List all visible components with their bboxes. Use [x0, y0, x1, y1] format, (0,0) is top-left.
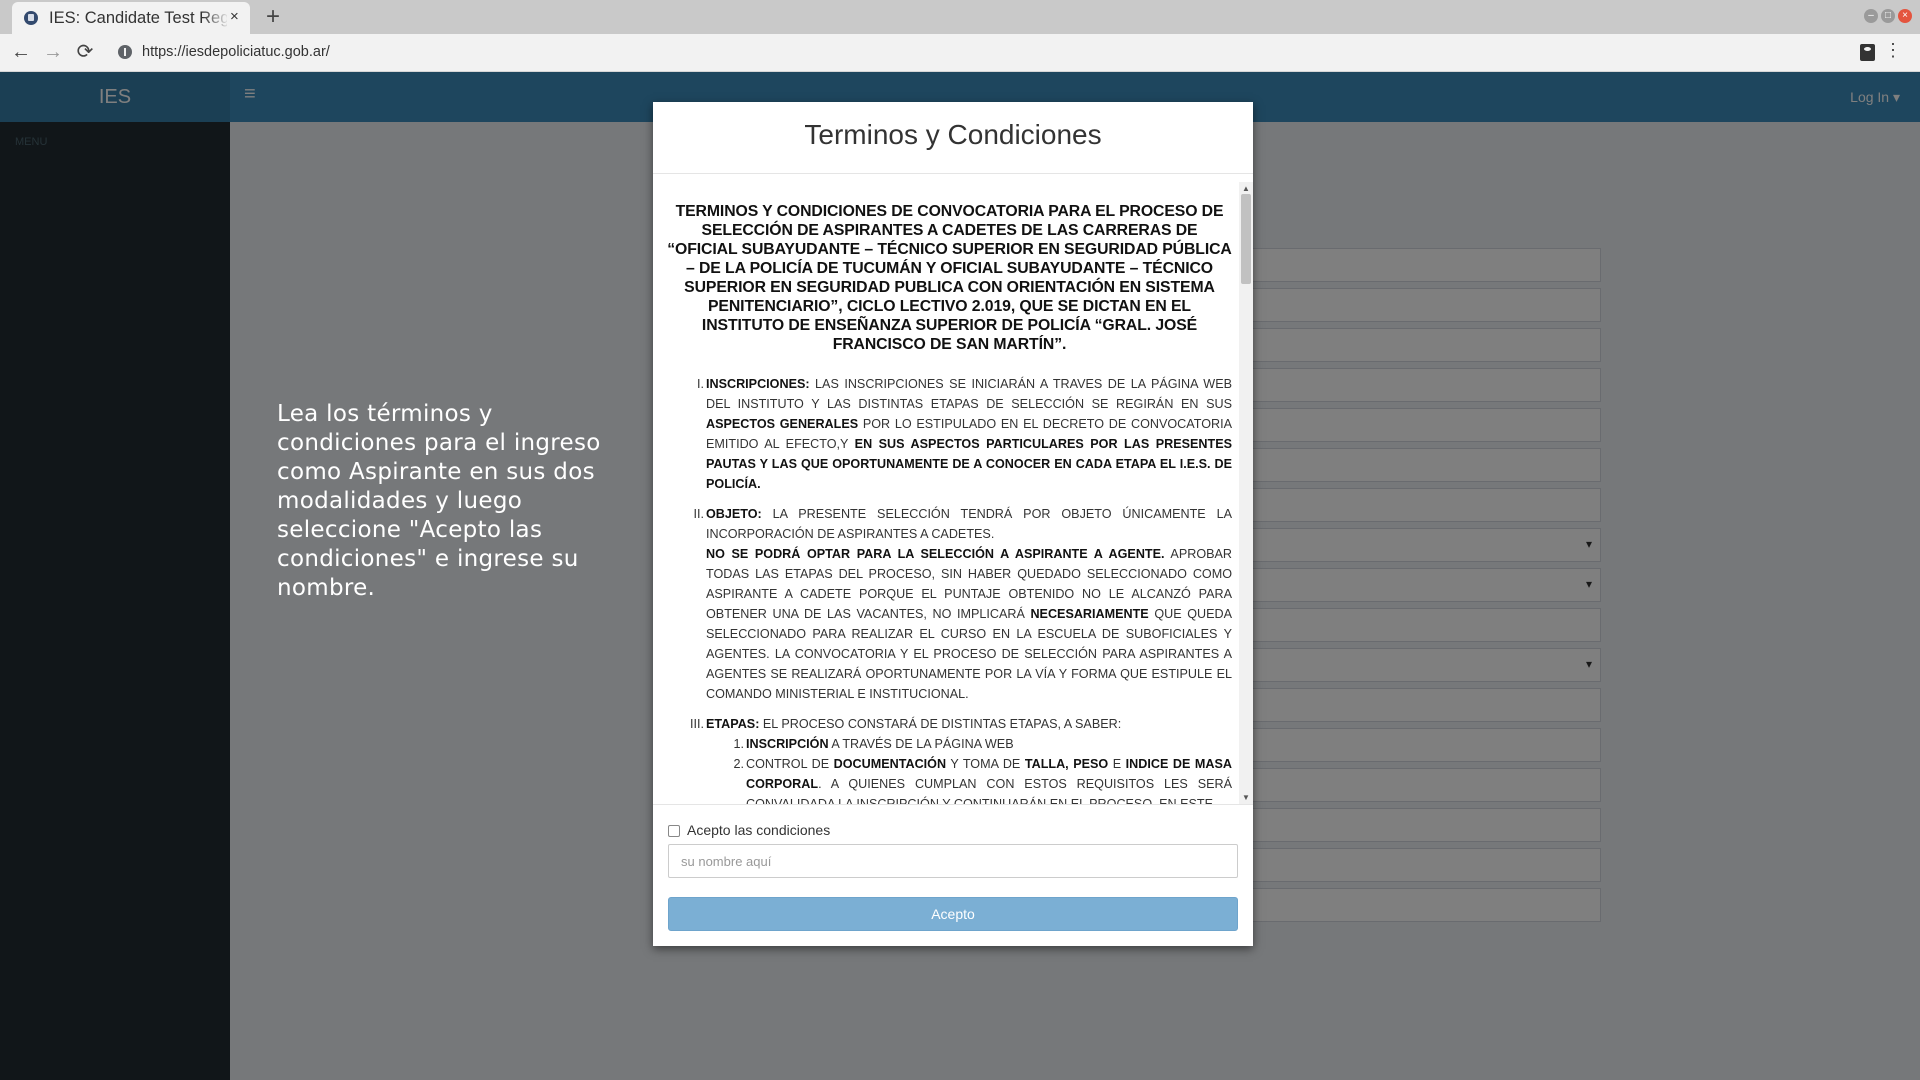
terms-modal: Terminos y Condiciones TERMINOS Y CONDIC…	[653, 102, 1253, 946]
section-number: II.	[693, 507, 705, 521]
terms-section-inscripciones: I. INSCRIPCIONES: LAS INSCRIPCIONES SE I…	[667, 374, 1232, 494]
section-text: LA PRESENTE SELECCIÓN TENDRÁ POR OBJETO …	[706, 507, 1232, 541]
terms-content: TERMINOS Y CONDICIONES DE CONVOCATORIA P…	[667, 202, 1232, 804]
stage-item: 2. CONTROL DE DOCUMENTACIÓN Y TOMA DE TA…	[706, 754, 1232, 804]
address-bar[interactable]: https://iesdepoliciatuc.gob.ar/	[142, 44, 330, 60]
extension-icon[interactable]	[1860, 44, 1875, 61]
browser-toolbar: ← → ⟳ https://iesdepoliciatuc.gob.ar/ ⋮	[0, 34, 1920, 72]
stage-text: . A QUIENES CUMPLAN CON ESTOS REQUISITOS…	[746, 777, 1232, 804]
terms-heading: TERMINOS Y CONDICIONES DE CONVOCATORIA P…	[667, 203, 1232, 353]
site-info-icon[interactable]	[118, 45, 132, 59]
stage-bold: DOCUMENTACIÓN	[833, 757, 947, 771]
accept-button[interactable]: Acepto	[668, 897, 1238, 931]
stage-text: CONTROL DE	[746, 757, 834, 771]
stage-text: Y TOMA DE	[946, 757, 1025, 771]
scroll-thumb[interactable]	[1241, 194, 1251, 284]
stage-text: E	[1108, 757, 1126, 771]
tab-title-fade	[202, 6, 230, 30]
stage-bold: INSCRIPCIÓN	[746, 737, 829, 751]
instruction-text: Lea los términos y condiciones para el i…	[277, 401, 601, 601]
terms-scrollbar[interactable]: ▲ ▼	[1239, 182, 1253, 804]
browser-tab-bar: IES: Candidate Test Registration × + – □…	[0, 0, 1920, 34]
stage-number: 1.	[733, 737, 744, 751]
window-controls: – □ ×	[1864, 9, 1912, 23]
stage-bold: TALLA, PESO	[1024, 757, 1109, 771]
new-tab-button[interactable]: +	[266, 3, 280, 31]
tab-close-icon[interactable]: ×	[230, 8, 239, 25]
stages-list: 1. INSCRIPCIÓN A TRAVÉS DE LA PÁGINA WEB…	[706, 734, 1232, 804]
accept-conditions-label[interactable]: Acepto las condiciones	[687, 822, 830, 838]
stage-number: 2.	[733, 757, 744, 771]
browser-menu-icon[interactable]: ⋮	[1884, 40, 1902, 61]
scroll-down-arrow-icon[interactable]: ▼	[1241, 793, 1251, 802]
section-number: I.	[697, 377, 704, 391]
section-bold: ASPECTOS GENERALES	[706, 417, 859, 431]
maximize-icon[interactable]: □	[1881, 9, 1895, 23]
stage-item: 1. INSCRIPCIÓN A TRAVÉS DE LA PÁGINA WEB	[706, 734, 1232, 754]
modal-title: Terminos y Condiciones	[804, 119, 1102, 150]
terms-section-objeto: II. OBJETO: LA PRESENTE SELECCIÓN TENDRÁ…	[667, 504, 1233, 704]
minimize-icon[interactable]: –	[1864, 9, 1878, 23]
forward-arrow-icon[interactable]: →	[40, 39, 66, 65]
section-bold: NECESARIAMENTE	[1030, 607, 1149, 621]
modal-header: Terminos y Condiciones	[653, 102, 1253, 174]
accept-conditions-checkbox[interactable]	[668, 825, 680, 837]
section-text: EL PROCESO CONSTARÁ DE DISTINTAS ETAPAS,…	[759, 717, 1122, 731]
window-close-icon[interactable]: ×	[1898, 9, 1912, 23]
back-arrow-icon[interactable]: ←	[8, 39, 34, 65]
stage-text: A TRAVÉS DE LA PÁGINA WEB	[828, 737, 1014, 751]
modal-footer: Acepto las condiciones Acepto	[653, 804, 1253, 946]
scroll-up-arrow-icon[interactable]: ▲	[1241, 184, 1251, 193]
tab-title: IES: Candidate Test Registration	[49, 9, 227, 27]
section-lead: OBJETO:	[706, 507, 762, 521]
terms-sections: I. INSCRIPCIONES: LAS INSCRIPCIONES SE I…	[667, 374, 1232, 804]
section-lead: ETAPAS:	[706, 717, 760, 731]
terms-section-etapas: III. ETAPAS: EL PROCESO CONSTARÁ DE DIST…	[667, 714, 1232, 804]
name-input[interactable]	[668, 844, 1238, 878]
terms-scroll-area[interactable]: TERMINOS Y CONDICIONES DE CONVOCATORIA P…	[653, 182, 1253, 804]
site-favicon-icon	[24, 11, 38, 25]
section-lead: INSCRIPCIONES:	[706, 377, 810, 391]
browser-tab[interactable]: IES: Candidate Test Registration ×	[12, 2, 250, 34]
section-text: QUE QUEDA SELECCIONADO PARA REALIZAR EL …	[706, 607, 1232, 701]
reload-icon[interactable]: ⟳	[72, 39, 98, 65]
section-bold: NO SE PODRÁ OPTAR PARA LA SELECCIÓN A AS…	[706, 547, 1165, 561]
section-number: III.	[690, 717, 704, 731]
